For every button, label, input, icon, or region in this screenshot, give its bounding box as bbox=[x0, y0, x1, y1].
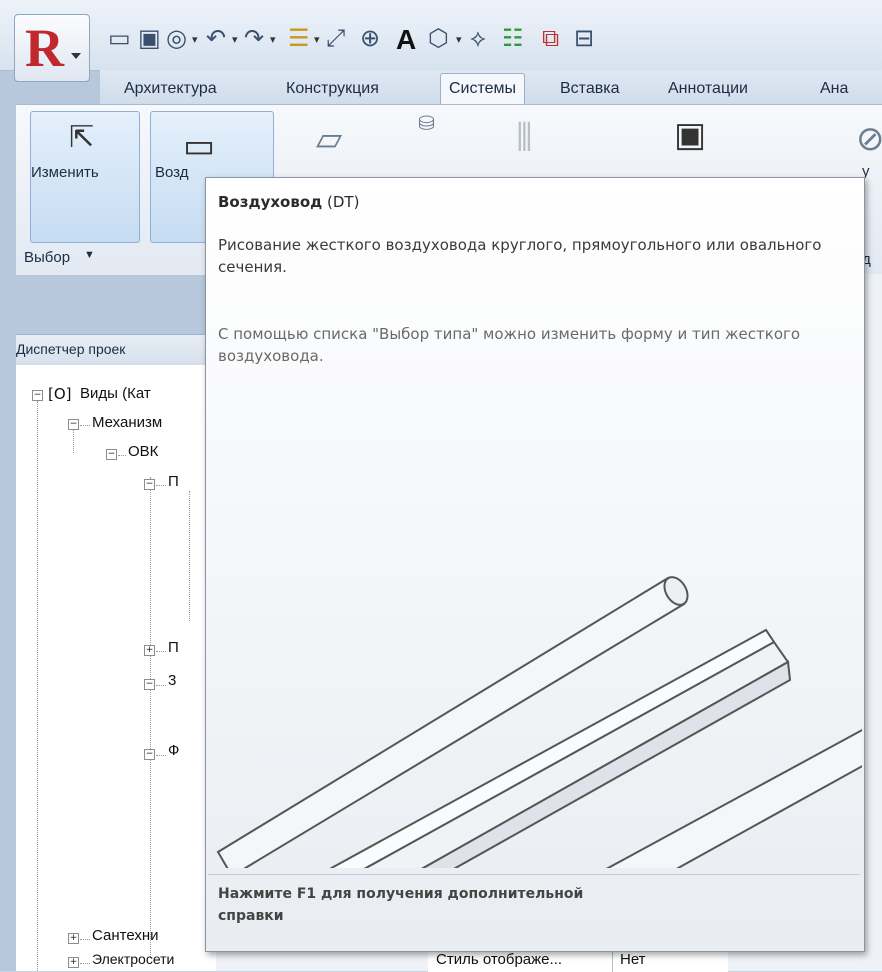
save-icon[interactable]: ▣ bbox=[138, 24, 161, 52]
tree-item-mechanical[interactable]: Механизм bbox=[92, 414, 162, 431]
duct-placeholder-icon[interactable]: ▱ bbox=[316, 119, 342, 159]
tab-insert[interactable]: Вставка bbox=[552, 76, 627, 102]
thin-lines-icon[interactable]: ☷ bbox=[502, 24, 524, 52]
tree-item-3d-views[interactable]: 3 bbox=[168, 672, 176, 689]
tree-item-floor-plans[interactable]: П bbox=[168, 473, 179, 490]
chevron-down-icon: ▼ bbox=[84, 249, 95, 261]
collapse-icon[interactable]: − bbox=[32, 390, 43, 401]
project-browser-title: Диспетчер проек bbox=[16, 341, 126, 357]
ribbon-tabs: Архитектура Конструкция Системы Вставка … bbox=[100, 70, 882, 104]
quick-access-toolbar: R ▭ ▣ ◎ ▾ ↶ ▾ ↷ ▾ ☰ ▾ ⤢ ⊕ A ⬡ ▾ ⟡ ☷ ⧉ ⊟ bbox=[0, 0, 882, 82]
tab-architecture[interactable]: Архитектура bbox=[116, 76, 225, 102]
tree-item-hvac[interactable]: ОВК bbox=[128, 443, 158, 460]
tag-icon[interactable]: ⊕ bbox=[360, 24, 380, 52]
flex-duct-icon[interactable]: ⦀ bbox=[516, 115, 533, 160]
revit-window: R ▭ ▣ ◎ ▾ ↶ ▾ ↷ ▾ ☰ ▾ ⤢ ⊕ A ⬡ ▾ ⟡ ☷ ⧉ ⊟ … bbox=[0, 0, 882, 972]
project-browser-header: Диспетчер проек bbox=[16, 334, 216, 366]
tooltip-title: Воздуховод (DT) bbox=[218, 193, 359, 211]
expand-icon[interactable]: + bbox=[68, 957, 79, 968]
expand-icon[interactable]: + bbox=[144, 645, 155, 656]
equipment-icon[interactable]: ⊘ bbox=[856, 119, 882, 159]
tree-item-electrical[interactable]: Электросети bbox=[92, 951, 174, 967]
property-value: Нет bbox=[620, 951, 646, 968]
tab-systems[interactable]: Системы bbox=[440, 73, 526, 104]
measure-icon[interactable]: ⤢ bbox=[326, 24, 345, 52]
align-dropdown-icon[interactable]: ▾ bbox=[314, 33, 320, 46]
tree-item-plumbing[interactable]: Сантехни bbox=[92, 927, 159, 944]
duct-fitting-icon[interactable]: ⛁ bbox=[418, 111, 435, 135]
tooltip-shortcut: (DT) bbox=[327, 193, 360, 211]
project-browser: − [O] Виды (Кат − Механизм − ОВК − П + П… bbox=[16, 365, 216, 971]
switch-windows-icon[interactable]: ⊟ bbox=[574, 24, 594, 52]
tree-item-views[interactable]: Виды (Кат bbox=[80, 385, 151, 402]
cursor-arrow-icon: ⇱ bbox=[69, 120, 95, 155]
duct-icon: ▭ bbox=[183, 126, 216, 166]
open-icon[interactable]: ▭ bbox=[108, 24, 131, 52]
duct-illustration bbox=[216, 576, 862, 868]
collapse-icon[interactable]: − bbox=[68, 419, 79, 430]
tree-item-elevations[interactable]: Ф bbox=[168, 742, 179, 759]
tooltip-description: Рисование жесткого воздуховода круглого,… bbox=[218, 236, 822, 276]
text-icon[interactable]: A bbox=[396, 24, 416, 55]
select-panel-label: Выбор bbox=[24, 249, 71, 266]
app-logo-letter: R bbox=[25, 18, 64, 78]
collapse-icon[interactable]: − bbox=[144, 679, 155, 690]
tree-item-ceiling-plans[interactable]: П bbox=[168, 639, 179, 656]
collapse-icon[interactable]: − bbox=[144, 749, 155, 760]
sync-icon[interactable]: ◎ bbox=[166, 24, 187, 52]
section-icon[interactable]: ⟡ bbox=[470, 24, 486, 52]
tooltip-separator bbox=[208, 874, 860, 875]
tab-structure[interactable]: Конструкция bbox=[278, 76, 387, 102]
modify-label: Изменить bbox=[31, 164, 99, 181]
collapse-icon[interactable]: − bbox=[106, 449, 117, 460]
modify-button[interactable]: ⇱ Изменить bbox=[30, 111, 140, 243]
3d-view-dropdown-icon[interactable]: ▾ bbox=[456, 33, 462, 46]
expand-icon[interactable]: + bbox=[68, 933, 79, 944]
3d-view-icon[interactable]: ⬡ bbox=[428, 24, 449, 52]
redo-dropdown-icon[interactable]: ▾ bbox=[270, 33, 276, 46]
align-icon[interactable]: ☰ bbox=[288, 24, 310, 52]
tab-analyze[interactable]: Ана bbox=[812, 76, 856, 102]
views-icon: [O] bbox=[48, 385, 72, 403]
duct-tooltip: Воздуховод (DT) Рисование жесткого возду… bbox=[205, 177, 865, 952]
redo-icon[interactable]: ↷ bbox=[244, 24, 264, 52]
duct-label: Возд bbox=[155, 164, 189, 181]
undo-dropdown-icon[interactable]: ▾ bbox=[232, 33, 238, 46]
tab-annotate[interactable]: Аннотации bbox=[660, 76, 756, 102]
application-menu-button[interactable]: R bbox=[14, 14, 90, 82]
property-name: Стиль отображе... bbox=[436, 951, 563, 968]
tooltip-help-hint: Нажмите F1 для получения дополнительной … bbox=[218, 886, 584, 924]
tooltip-title-name: Воздуховод bbox=[218, 193, 323, 211]
air-terminal-icon[interactable]: ▣ bbox=[674, 115, 706, 155]
tooltip-extended-description: С помощью списка "Выбор типа" можно изме… bbox=[218, 325, 801, 365]
select-panel-dropdown[interactable]: Выбор ▼ bbox=[20, 247, 150, 269]
close-hidden-icon[interactable]: ⧉ bbox=[542, 24, 559, 52]
collapse-icon[interactable]: − bbox=[144, 479, 155, 490]
sync-dropdown-icon[interactable]: ▾ bbox=[192, 33, 198, 46]
undo-icon[interactable]: ↶ bbox=[206, 24, 226, 52]
chevron-down-icon bbox=[71, 53, 81, 59]
